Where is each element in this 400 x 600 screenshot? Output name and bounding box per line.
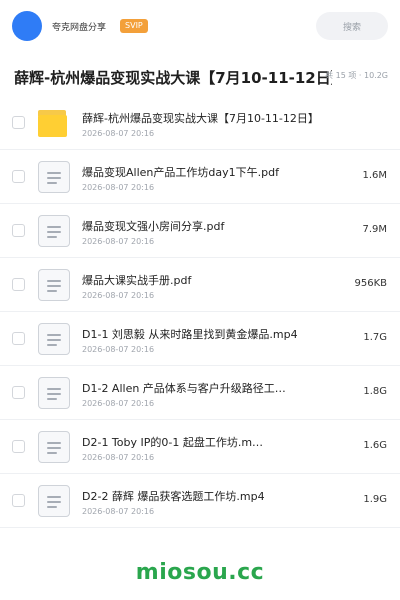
select-checkbox[interactable] <box>12 386 25 399</box>
file-date: 2026-08-07 20:16 <box>82 129 155 138</box>
file-date: 2026-08-07 20:16 <box>82 507 155 516</box>
avatar[interactable] <box>12 11 42 41</box>
file-date: 2026-08-07 20:16 <box>82 399 155 408</box>
file-row[interactable]: D1-2 Allen 产品体系与客户升级路径工… 2026-08-07 20:16… <box>0 366 400 420</box>
document-icon <box>38 161 70 193</box>
folder-icon <box>38 107 70 139</box>
file-name: 爆品变现Allen产品工作坊day1下午.pdf <box>82 166 279 179</box>
file-name: 薛辉-杭州爆品变现实战大课【7月10-11-12日】 <box>82 112 319 125</box>
select-checkbox[interactable] <box>12 440 25 453</box>
file-size: 1.6G <box>363 440 387 451</box>
file-name: 爆品变现文强小房间分享.pdf <box>82 220 225 233</box>
select-checkbox[interactable] <box>12 278 25 291</box>
file-date: 2026-08-07 20:16 <box>82 183 155 192</box>
file-name: D1-2 Allen 产品体系与客户升级路径工… <box>82 382 286 395</box>
select-checkbox[interactable] <box>12 494 25 507</box>
title-row: 薛辉-杭州爆品变现实战大课【7月10-11-12日】 共 15 项 · 10.2… <box>0 62 400 92</box>
file-size: 7.9M <box>362 224 387 235</box>
document-icon <box>38 485 70 517</box>
select-checkbox[interactable] <box>12 224 25 237</box>
file-row[interactable]: 薛辉-杭州爆品变现实战大课【7月10-11-12日】 2026-08-07 20:… <box>0 96 400 150</box>
document-icon <box>38 269 70 301</box>
file-size: 1.9G <box>363 494 387 505</box>
file-name: D1-1 刘思毅 从来时路里找到黄金爆品.mp4 <box>82 328 298 341</box>
select-checkbox[interactable] <box>12 170 25 183</box>
file-row[interactable]: D2-1 Toby IP的0-1 起盘工作坊.m… 2026-08-07 20:1… <box>0 420 400 474</box>
file-row[interactable]: 爆品变现Allen产品工作坊day1下午.pdf 2026-08-07 20:16… <box>0 150 400 204</box>
document-icon <box>38 323 70 355</box>
file-row[interactable]: D2-2 薛辉 爆品获客选题工作坊.mp4 2026-08-07 20:16 1.9… <box>0 474 400 528</box>
svip-badge: SVIP <box>120 19 148 33</box>
item-count-meta: 共 15 项 · 10.2G <box>325 71 388 80</box>
file-date: 2026-08-07 20:16 <box>82 453 155 462</box>
select-checkbox[interactable] <box>12 332 25 345</box>
search-label: 搜索 <box>342 22 361 33</box>
file-row[interactable]: 爆品变现文强小房间分享.pdf 2026-08-07 20:16 7.9M <box>0 204 400 258</box>
watermark: miosou.cc <box>135 560 265 585</box>
file-row[interactable]: D1-1 刘思毅 从来时路里找到黄金爆品.mp4 2026-08-07 20:16… <box>0 312 400 366</box>
file-name: 爆品大课实战手册.pdf <box>82 274 192 287</box>
search-button[interactable]: 搜索 <box>316 12 388 40</box>
file-size: 1.6M <box>362 170 387 181</box>
page-title: 薛辉-杭州爆品变现实战大课【7月10-11-12日】 <box>14 68 332 87</box>
file-size: 1.7G <box>363 332 387 343</box>
file-size: 956KB <box>354 278 387 289</box>
file-date: 2026-08-07 20:16 <box>82 237 155 246</box>
file-row[interactable]: 爆品大课实战手册.pdf 2026-08-07 20:16 956KB <box>0 258 400 312</box>
document-icon <box>38 215 70 247</box>
file-size: 1.8G <box>363 386 387 397</box>
share-owner-name: 夸克网盘分享 <box>52 22 107 33</box>
file-date: 2026-08-07 20:16 <box>82 291 155 300</box>
file-date: 2026-08-07 20:16 <box>82 345 155 354</box>
file-name: D2-2 薛辉 爆品获客选题工作坊.mp4 <box>82 490 265 503</box>
file-name: D2-1 Toby IP的0-1 起盘工作坊.m… <box>82 436 264 449</box>
select-checkbox[interactable] <box>12 116 25 129</box>
file-list: 薛辉-杭州爆品变现实战大课【7月10-11-12日】 2026-08-07 20:… <box>0 96 400 528</box>
header-bar: 夸克网盘分享 SVIP 搜索 <box>0 0 400 52</box>
document-icon <box>38 431 70 463</box>
document-icon <box>38 377 70 409</box>
